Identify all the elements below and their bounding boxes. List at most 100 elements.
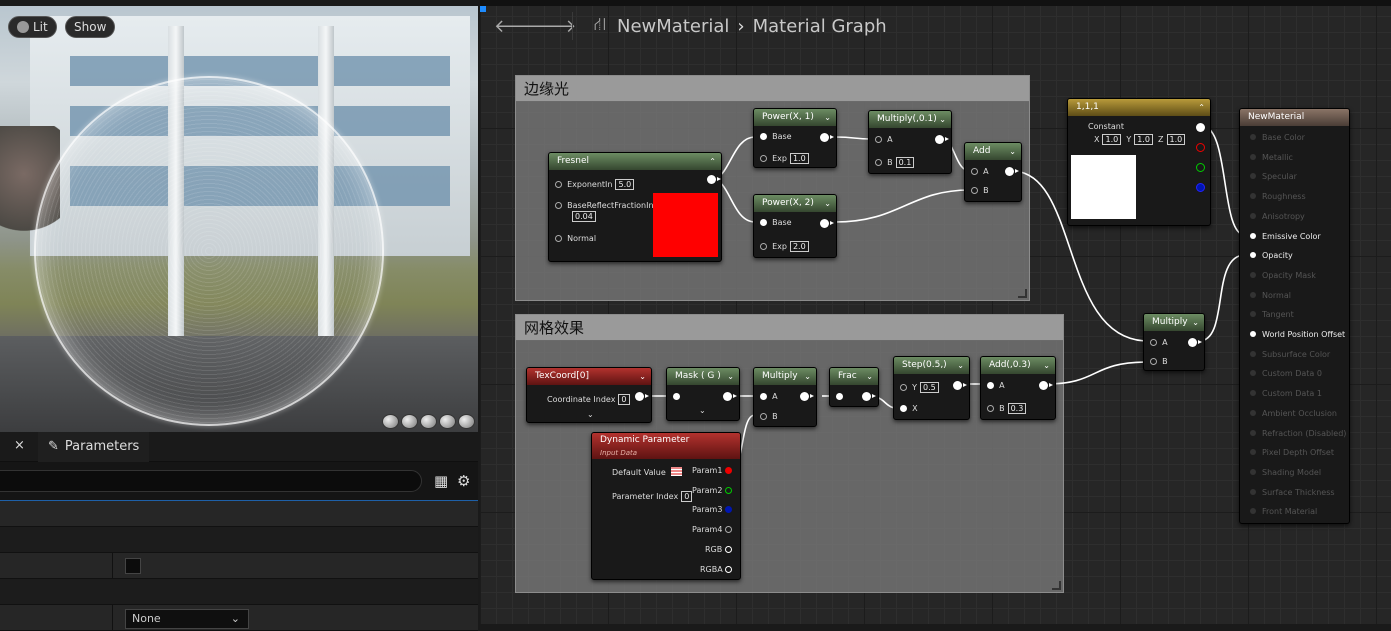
pin-rgb[interactable]: RGB: [705, 545, 732, 555]
node-step[interactable]: Step(0.5,) ⌄ Y 0.5 X: [893, 356, 970, 420]
node-multiply-grid[interactable]: Multiply ⌄ A B: [753, 367, 817, 427]
material-pin[interactable]: Refraction (Disabled): [1250, 429, 1346, 438]
tab-parameters[interactable]: ✎ Parameters: [38, 432, 150, 462]
node-mask-g[interactable]: Mask ( G ) ⌄ ⌄: [666, 367, 740, 421]
node-dynamic-parameter[interactable]: Dynamic Parameter Input Data Default Val…: [591, 432, 741, 580]
pin-rgba[interactable]: RGBA: [700, 565, 733, 575]
plane-preview-icon[interactable]: [420, 414, 437, 429]
node-add-03[interactable]: Add(,0.3) ⌄ A B 0.3: [980, 356, 1056, 420]
breadcrumb-current[interactable]: Material Graph: [753, 16, 887, 37]
expand-chevron-icon[interactable]: ⌄: [699, 406, 706, 416]
sphere-preview-icon[interactable]: [401, 414, 418, 429]
cylinder-preview-icon[interactable]: [382, 414, 399, 429]
back-arrow-icon[interactable]: 🡐: [494, 16, 542, 37]
output-pin-b[interactable]: [1196, 183, 1205, 192]
pin-param4[interactable]: Param4: [692, 525, 732, 535]
node-material-output[interactable]: NewMaterial Base Color Metallic Specular Ro…: [1239, 108, 1350, 524]
material-pin[interactable]: Opacity: [1250, 251, 1293, 260]
node-power-2[interactable]: Power(X, 2) ⌄ Base Exp 2.0: [753, 194, 837, 258]
param-row: [0, 579, 478, 605]
material-pin[interactable]: Roughness: [1250, 192, 1306, 201]
pin-circle-icon: [1250, 468, 1256, 475]
material-pin[interactable]: Anisotropy: [1250, 212, 1305, 221]
material-pin[interactable]: Normal: [1250, 291, 1291, 300]
comment-title[interactable]: 边缘光: [516, 76, 1029, 102]
material-graph-canvas[interactable]: 🡐 🡒 ⛙ NewMaterial › Material Graph 边缘光 网…: [480, 0, 1391, 624]
pin-param2[interactable]: Param2: [692, 486, 732, 496]
param-row: None ⌄: [0, 605, 478, 631]
output-pin[interactable]: [1039, 381, 1053, 390]
node-fresnel[interactable]: Fresnel ⌃ ExponentIn 5.0 BaseReflectFracti…: [548, 152, 722, 262]
show-button[interactable]: Show: [65, 16, 116, 38]
material-pin[interactable]: Metallic: [1250, 153, 1293, 162]
output-pin[interactable]: [820, 219, 834, 228]
pin-param1[interactable]: Param1: [692, 466, 732, 476]
node-frac[interactable]: Frac ⌄: [829, 367, 879, 407]
material-pin[interactable]: Base Color: [1250, 133, 1305, 142]
lit-mode-button[interactable]: Lit: [8, 16, 57, 38]
pin-param3[interactable]: Param3: [692, 505, 732, 515]
node-constant3vector[interactable]: 1,1,1 ⌃ Constant X 1.0 Y 1.0 Z 1.0: [1067, 98, 1211, 226]
collapse-icon[interactable]: ⌃: [709, 153, 716, 170]
output-pin-r[interactable]: [1196, 143, 1205, 152]
parameters-search-input[interactable]: [0, 470, 422, 492]
close-tab-icon[interactable]: ×: [14, 438, 25, 453]
pin-circle-icon: [1250, 252, 1256, 259]
output-pin[interactable]: [707, 175, 721, 184]
settings-gear-icon[interactable]: ⚙: [457, 472, 470, 490]
node-texcoord[interactable]: TexCoord[0] ⌄ Coordinate Index 0 ⌄: [526, 367, 652, 423]
param-row: [0, 501, 478, 527]
material-pin[interactable]: Custom Data 0: [1250, 369, 1322, 378]
material-pin[interactable]: Ambient Occlusion: [1250, 409, 1337, 418]
node-multiply-main[interactable]: Multiply ⌄ A B: [1143, 313, 1205, 371]
output-pin[interactable]: [820, 133, 834, 142]
material-preview-viewport[interactable]: Lit Show: [0, 6, 478, 432]
output-pin[interactable]: [635, 392, 649, 401]
forward-arrow-icon[interactable]: 🡒: [528, 16, 576, 37]
output-pin-g[interactable]: [1196, 163, 1205, 172]
teapot-preview-icon[interactable]: [458, 414, 475, 429]
material-pin[interactable]: Specular: [1250, 172, 1297, 181]
material-pin[interactable]: Front Material: [1250, 507, 1317, 516]
material-pin[interactable]: Opacity Mask: [1250, 271, 1316, 280]
pin-circle-icon: [1250, 291, 1256, 298]
material-pin[interactable]: Custom Data 1: [1250, 389, 1322, 398]
node-multiply-01[interactable]: Multiply(,0.1) ⌄ A B 0.1: [868, 110, 952, 174]
cube-preview-icon[interactable]: [439, 414, 456, 429]
pin-base-reflect[interactable]: BaseReflectFractionIn: [555, 201, 654, 211]
output-pin[interactable]: [1188, 338, 1202, 347]
pin-circle-icon: [1250, 153, 1256, 160]
pin-normal[interactable]: Normal: [555, 234, 596, 244]
output-pin[interactable]: [935, 135, 949, 144]
resize-grip-icon[interactable]: [1018, 289, 1027, 298]
pin-exponent[interactable]: ExponentIn 5.0: [555, 179, 635, 190]
comment-title[interactable]: 网格效果: [516, 315, 1063, 341]
material-pin[interactable]: World Position Offset: [1250, 330, 1345, 339]
graph-hierarchy-icon[interactable]: ⛙: [583, 14, 617, 38]
material-pin[interactable]: Subsurface Color: [1250, 350, 1330, 359]
material-pin[interactable]: Emissive Color: [1250, 232, 1321, 241]
material-pin[interactable]: Pixel Depth Offset: [1250, 448, 1334, 457]
pin-circle-icon: [1250, 193, 1256, 200]
param-dropdown[interactable]: None ⌄: [125, 609, 249, 629]
material-pin[interactable]: Shading Model: [1250, 468, 1321, 477]
preview-sphere: [34, 76, 384, 426]
output-pin[interactable]: [800, 392, 814, 401]
output-pin[interactable]: [1005, 167, 1019, 176]
material-pin[interactable]: Surface Thickness: [1250, 488, 1335, 497]
color-swatch[interactable]: [671, 467, 683, 476]
output-pin[interactable]: [723, 392, 737, 401]
output-pin[interactable]: [953, 381, 967, 390]
material-pin[interactable]: Tangent: [1250, 310, 1294, 319]
param-checkbox[interactable]: [125, 558, 141, 574]
expand-chevron-icon[interactable]: ⌄: [587, 410, 594, 420]
pin-circle-icon: [1250, 370, 1256, 377]
output-pin[interactable]: [862, 392, 876, 401]
node-power-1[interactable]: Power(X, 1) ⌄ Base Exp 1.0: [753, 108, 837, 168]
node-add[interactable]: Add ⌄ A B: [964, 142, 1022, 202]
breadcrumb-root[interactable]: NewMaterial: [617, 16, 729, 37]
table-view-icon[interactable]: ▦: [434, 472, 448, 490]
output-pin-rgb[interactable]: [1196, 123, 1205, 132]
pin-circle-icon: [1250, 311, 1256, 318]
resize-grip-icon[interactable]: [1052, 581, 1061, 590]
